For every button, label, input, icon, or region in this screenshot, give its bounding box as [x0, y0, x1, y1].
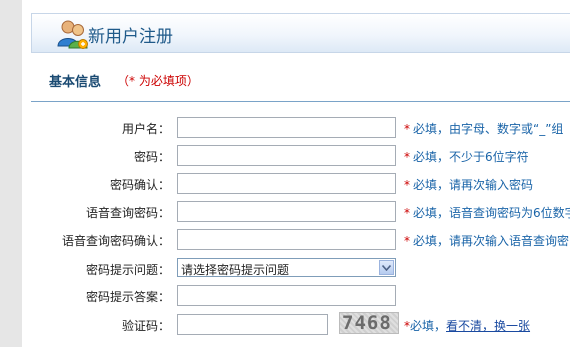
voice-password-confirm-input[interactable]: [177, 229, 396, 250]
password-input[interactable]: [177, 145, 396, 166]
security-question-label: 密码提示问题：: [85, 263, 170, 277]
required-mark: *: [404, 178, 410, 192]
username-hint: * 必填，由字母、数字或“_”组: [404, 120, 563, 137]
voice-password-confirm-hint: * 必填，请再次输入语音查询密: [404, 232, 569, 249]
captcha-hint: *必填，看不清，换一张: [404, 317, 530, 334]
captcha-input[interactable]: [177, 314, 328, 335]
voice-password-confirm-hint-text: 必填，请再次输入语音查询密: [413, 234, 570, 248]
chevron-down-icon[interactable]: [379, 260, 394, 275]
required-mark: *: [404, 206, 410, 220]
password-confirm-hint: * 必填，请再次输入密码: [404, 176, 533, 193]
voice-password-hint: * 必填，语音查询密码为6位数字: [404, 204, 570, 221]
captcha-refresh-link[interactable]: 看不清，换一张: [446, 319, 530, 333]
captcha-image[interactable]: 7468: [339, 312, 399, 334]
voice-password-confirm-label: 语音查询密码确认：: [61, 234, 170, 248]
captcha-label: 验证码：: [121, 319, 170, 333]
section-divider: [31, 101, 570, 102]
voice-password-label: 语音查询密码：: [85, 206, 170, 220]
captcha-image-text: 7468: [342, 312, 392, 334]
required-mark: *: [404, 122, 410, 136]
form-row-captcha: 验证码： 7468 *必填，看不清，换一张: [0, 312, 570, 336]
form-row-security-question: 密码提示问题： 请选择密码提示问题: [0, 258, 570, 280]
password-confirm-label: 密码确认：: [109, 178, 170, 192]
required-note: （* 为必填项）: [117, 74, 199, 88]
security-answer-input[interactable]: [177, 285, 396, 306]
section-title: 基本信息: [49, 75, 102, 90]
security-question-selected: 请选择密码提示问题: [181, 263, 290, 277]
username-input[interactable]: [177, 117, 396, 138]
form-row-security-answer: 密码提示答案：: [0, 285, 570, 307]
voice-password-input[interactable]: [177, 201, 396, 222]
page-title: 新用户注册: [88, 27, 173, 47]
required-mark: *: [404, 234, 410, 248]
form-row-password-confirm: 密码确认： * 必填，请再次输入密码: [0, 173, 570, 195]
form-row-voice-password: 语音查询密码： * 必填，语音查询密码为6位数字: [0, 201, 570, 223]
form-row-username: 用户名： * 必填，由字母、数字或“_”组: [0, 117, 570, 139]
password-confirm-input[interactable]: [177, 173, 396, 194]
username-hint-text: 必填，由字母、数字或“_”组: [413, 122, 564, 136]
captcha-hint-text: 必填，: [410, 319, 447, 333]
form-row-voice-password-confirm: 语音查询密码确认： * 必填，请再次输入语音查询密: [0, 229, 570, 251]
password-confirm-hint-text: 必填，请再次输入密码: [413, 178, 534, 192]
username-label: 用户名：: [121, 122, 170, 136]
page-header: 新用户注册: [31, 13, 570, 53]
security-question-select[interactable]: 请选择密码提示问题: [177, 258, 396, 277]
required-mark: *: [404, 150, 410, 164]
security-answer-label: 密码提示答案：: [85, 290, 170, 304]
password-label: 密码：: [133, 150, 170, 164]
users-icon: [56, 18, 90, 50]
voice-password-hint-text: 必填，语音查询密码为6位数字: [413, 206, 570, 220]
password-hint-text: 必填，不少于6位字符: [413, 150, 529, 164]
password-hint: * 必填，不少于6位字符: [404, 148, 529, 165]
form-row-password: 密码： * 必填，不少于6位字符: [0, 145, 570, 167]
